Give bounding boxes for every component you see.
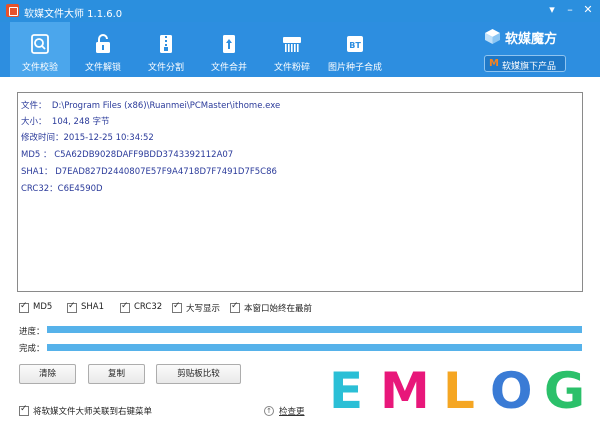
sha1-value: D7EAD827D2440807E57F9A4718D7F7491D7F5C86: [55, 167, 277, 177]
md5-value: C5A62DB9028DAFF9BDD3743392112A07: [54, 150, 234, 160]
sha1-line: SHA1： D7EAD827D2440807E57F9A4718D7F7491D…: [21, 165, 277, 177]
merge-icon: [223, 35, 235, 53]
tab-label: 文件解锁: [84, 63, 121, 73]
svg-text:BT: BT: [349, 41, 361, 50]
watermark-letter: L: [443, 362, 475, 420]
always-on-top-checkbox-label: 本窗口始终在最前: [244, 304, 313, 314]
clear-button[interactable]: 清除: [19, 364, 76, 384]
options-row: MD5 SHA1 CRC32 大写显示 本窗口始终在最前: [19, 301, 579, 316]
checkbox-checked-icon[interactable]: [19, 404, 29, 416]
search-file-icon: [31, 34, 49, 54]
context-menu-assoc-label: 将软媒文件大师关联到右键菜单: [33, 407, 153, 417]
result-output-box[interactable]: 文件： D:\Program Files (x86)\Ruanmei\PCMas…: [17, 92, 583, 292]
watermark-letter: M: [380, 362, 430, 420]
tab-label: 文件校验: [21, 63, 58, 73]
tab-label: 文件分割: [147, 63, 184, 73]
crc32-line: CRC32：C6E4590D: [21, 182, 103, 194]
ruanmei-m-icon: M: [489, 58, 499, 69]
mtime-label: 修改时间：: [21, 133, 64, 143]
checkbox-checked-icon[interactable]: [67, 301, 77, 313]
file-size-value: 104, 248 字节: [51, 117, 110, 127]
app-logo-icon: [6, 4, 19, 17]
progress-bar: [47, 326, 582, 333]
tab-file-shred[interactable]: 文件粉碎: [262, 22, 322, 77]
copy-button[interactable]: 复制: [88, 364, 145, 384]
tab-file-unlock[interactable]: 文件解锁: [73, 22, 133, 77]
minimize-icon[interactable]: –: [561, 2, 579, 18]
tab-label: 文件合并: [210, 63, 247, 73]
check-update-label: 检查更: [279, 407, 305, 417]
menu-dropdown-icon[interactable]: ▾: [543, 2, 561, 18]
sha1-checkbox-label: SHA1: [81, 302, 105, 312]
clipboard-compare-button[interactable]: 剪贴板比较: [156, 364, 241, 384]
md5-checkbox-label: MD5: [33, 302, 53, 312]
checkbox-checked-icon[interactable]: [230, 301, 240, 313]
brand-products-button[interactable]: M 软媒旗下产品: [484, 55, 566, 72]
file-size-line: 大小： 104, 248 字节: [21, 115, 109, 127]
md5-line: MD5 ： C5A62DB9028DAFF9BDD3743392112A07: [21, 148, 233, 160]
title-bar: 软媒文件大师 1.1.6.0 ▾ – ✕: [0, 0, 600, 22]
tab-file-split[interactable]: 文件分割: [136, 22, 196, 77]
watermark-letter: O: [490, 362, 533, 420]
window-title: 软媒文件大师 1.1.6.0: [24, 9, 123, 20]
md5-label: MD5 ：: [21, 150, 52, 160]
bt-icon: BT: [347, 36, 363, 52]
brand-name: 软媒魔方: [505, 32, 558, 47]
sha1-label: SHA1：: [21, 167, 53, 177]
up-arrow-icon: ↑: [264, 406, 274, 416]
modified-time-value: 2015-12-25 10:34:52: [63, 133, 154, 143]
crc32-checkbox-label: CRC32: [134, 302, 163, 312]
tab-file-verify[interactable]: 文件校验: [10, 22, 70, 77]
unlock-icon: [96, 34, 110, 53]
checkbox-checked-icon[interactable]: [19, 301, 29, 313]
checkbox-checked-icon[interactable]: [120, 301, 130, 313]
complete-bar: [47, 344, 582, 351]
uppercase-checkbox-label: 大写显示: [186, 304, 221, 314]
modified-time-line: 修改时间：2015-12-25 10:34:52: [21, 131, 154, 143]
tab-file-merge[interactable]: 文件合并: [199, 22, 259, 77]
context-menu-assoc-checkbox[interactable]: 将软媒文件大师关联到右键菜单: [19, 404, 219, 419]
emlog-watermark: E M L O G: [305, 352, 600, 429]
shredder-icon: [283, 37, 301, 52]
tab-image-torrent[interactable]: BT 图片种子合成: [325, 22, 385, 77]
cube-logo-icon: [485, 29, 500, 44]
complete-label: 完成：: [19, 344, 45, 354]
file-label: 文件：: [21, 101, 47, 111]
crc32-value: C6E4590D: [57, 184, 103, 194]
zip-split-icon: [160, 35, 172, 53]
brand-products-label: 软媒旗下产品: [502, 62, 557, 72]
size-label: 大小：: [21, 117, 47, 127]
progress-bar-fill: [47, 326, 582, 333]
brand-logo[interactable]: 软媒魔方: [483, 28, 593, 47]
file-path-value: D:\Program Files (x86)\Ruanmei\PCMaster\…: [51, 101, 281, 111]
watermark-letter: G: [544, 362, 586, 420]
close-icon[interactable]: ✕: [579, 2, 597, 18]
tab-label: 图片种子合成: [327, 63, 382, 73]
watermark-letter: E: [329, 362, 364, 420]
complete-bar-fill: [47, 344, 582, 351]
tab-label: 文件粉碎: [273, 63, 310, 73]
file-path-line: 文件： D:\Program Files (x86)\Ruanmei\PCMas…: [21, 99, 280, 111]
checkbox-checked-icon[interactable]: [172, 301, 182, 313]
crc32-label: CRC32：: [21, 184, 58, 194]
progress-label: 进度：: [19, 327, 45, 337]
